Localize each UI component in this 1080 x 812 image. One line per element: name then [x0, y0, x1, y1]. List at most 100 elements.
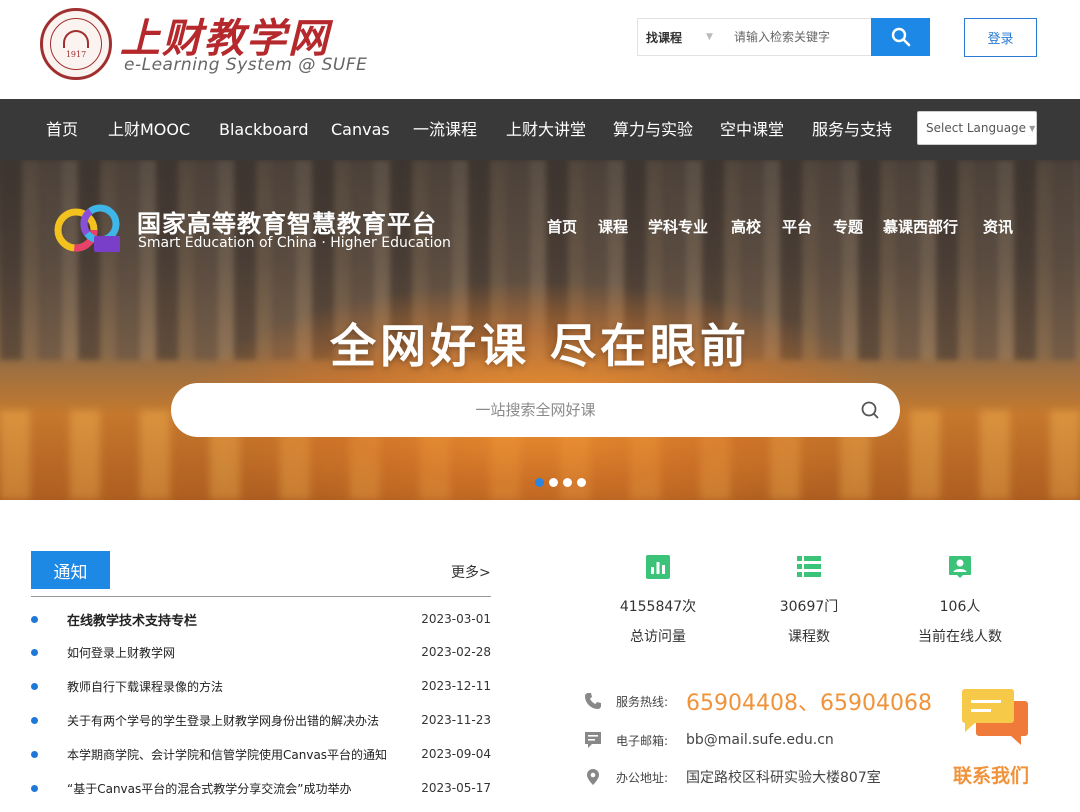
- site-header: 1917 上财教学网 e-Learning System @ SUFE 找课程 …: [0, 0, 1080, 99]
- notice-date: 2023-09-04: [421, 747, 491, 761]
- platform-nav-news[interactable]: 资讯: [983, 216, 1013, 237]
- notice-date: 2023-05-17: [421, 781, 491, 795]
- hotline-label: 服务热线:: [616, 694, 669, 709]
- search-input[interactable]: [734, 30, 870, 44]
- language-select-label: Select Language: [926, 121, 1027, 135]
- notice-item[interactable]: 关于有两个学号的学生登录上财教学网身份出错的解决办法 2023-11-23: [31, 710, 491, 730]
- list-icon: [797, 556, 821, 577]
- notice-item[interactable]: 本学期商学院、会计学院和信管学院使用Canvas平台的通知 2023-09-04: [31, 744, 491, 764]
- language-select[interactable]: Select Language ▼: [917, 111, 1037, 145]
- platform-title: 国家高等教育智慧教育平台: [137, 210, 437, 238]
- nav-item-blackboard[interactable]: Blackboard: [219, 99, 309, 160]
- notice-title: “基于Canvas平台的混合式教学分享交流会”成功举办: [67, 781, 352, 796]
- contact-us-button[interactable]: 联系我们: [953, 687, 1037, 788]
- more-link[interactable]: 更多>: [451, 562, 491, 582]
- message-icon: [585, 732, 601, 748]
- hotline-value: 65904408、65904068: [686, 691, 932, 716]
- bullet-icon: [31, 648, 38, 656]
- notice-date: 2023-02-28: [421, 645, 491, 659]
- course-search-box: 找课程 ▼: [637, 18, 871, 56]
- search-category-label: 找课程: [646, 30, 683, 45]
- search-category-select[interactable]: 找课程 ▼: [638, 19, 734, 55]
- stat-label: 课程数: [788, 629, 830, 645]
- notice-item[interactable]: 如何登录上财教学网 2023-02-28: [31, 642, 491, 662]
- notice-title: 本学期商学院、会计学院和信管学院使用Canvas平台的通知: [67, 747, 388, 762]
- bullet-icon: [31, 615, 38, 623]
- platform-nav-universities[interactable]: 高校: [731, 216, 761, 237]
- divider: [31, 596, 491, 597]
- tab-notices[interactable]: 通知: [31, 551, 110, 589]
- bullet-icon: [31, 750, 38, 758]
- banner-slogan: 全网好课 尽在眼前: [329, 319, 750, 373]
- notice-item[interactable]: 教师自行下载课程录像的方法 2023-12-11: [31, 676, 491, 696]
- university-seal-logo: 1917: [40, 8, 112, 80]
- bullet-icon: [31, 682, 38, 690]
- notice-item[interactable]: 在线教学技术支持专栏 2023-03-01: [31, 609, 491, 629]
- contact-address: 办公地址: 国定路校区科研实验大楼807室: [584, 767, 881, 787]
- notice-title: 如何登录上财教学网: [67, 645, 176, 660]
- brand-subtitle: e-Learning System @ SUFE: [124, 55, 368, 75]
- nav-item-computing-lab[interactable]: 算力与实验: [613, 99, 693, 160]
- notice-date: 2023-11-23: [421, 713, 491, 727]
- stat-total-visits: 4155847次 总访问量: [598, 555, 718, 646]
- nav-item-canvas[interactable]: Canvas: [331, 99, 390, 160]
- bar-chart-icon: [646, 555, 670, 579]
- notice-title: 教师自行下载课程录像的方法: [67, 679, 224, 694]
- stat-value: 30697门: [779, 599, 839, 615]
- stat-label: 当前在线人数: [918, 629, 1002, 645]
- user-badge-icon: [949, 556, 971, 578]
- platform-nav-topics[interactable]: 专题: [833, 216, 863, 237]
- carousel-dot[interactable]: [549, 478, 558, 487]
- carousel-dot[interactable]: [563, 478, 572, 487]
- email-value: bb@mail.sufe.edu.cn: [686, 732, 834, 748]
- email-label: 电子邮箱:: [616, 733, 669, 748]
- nav-item-mooc[interactable]: 上财MOOC: [108, 99, 190, 160]
- carousel-dot[interactable]: [577, 478, 586, 487]
- platform-subtitle: Smart Education of China · Higher Educat…: [138, 235, 451, 251]
- login-button[interactable]: 登录: [964, 18, 1037, 57]
- stat-value: 106人: [939, 599, 981, 615]
- bullet-icon: [31, 716, 38, 724]
- nav-item-air-classroom[interactable]: 空中课堂: [720, 99, 784, 160]
- contact-hotline: 服务热线: 65904408、65904068: [584, 685, 932, 717]
- contact-us-label: 联系我们: [953, 765, 1030, 787]
- nav-item-home[interactable]: 首页: [46, 99, 78, 160]
- location-pin-icon: [587, 769, 599, 785]
- stat-label: 总访问量: [630, 629, 686, 645]
- contact-email: 电子邮箱: bb@mail.sufe.edu.cn: [584, 731, 834, 749]
- smart-education-logo: [54, 204, 120, 252]
- platform-nav-home[interactable]: 首页: [547, 216, 577, 237]
- stat-course-count: 30697门 课程数: [749, 555, 869, 646]
- main-nav: 首页 上财MOOC Blackboard Canvas 一流课程 上财大讲堂 算…: [0, 99, 1080, 160]
- nav-item-service-support[interactable]: 服务与支持: [812, 99, 892, 160]
- notice-date: 2023-03-01: [421, 612, 491, 626]
- hero-banner: 国家高等教育智慧教育平台 Smart Education of China · …: [0, 160, 1080, 500]
- nav-item-first-class-courses[interactable]: 一流课程: [413, 99, 477, 160]
- stat-value: 4155847次: [619, 599, 697, 615]
- platform-nav-platforms[interactable]: 平台: [782, 216, 812, 237]
- search-icon[interactable]: [860, 400, 880, 420]
- course-search-bar: [171, 383, 900, 437]
- platform-nav-majors[interactable]: 学科专业: [648, 216, 708, 237]
- chevron-down-icon: ▼: [1029, 123, 1036, 133]
- platform-nav-mooc-west[interactable]: 慕课西部行: [883, 216, 958, 237]
- carousel-dots: [535, 478, 586, 487]
- notice-date: 2023-12-11: [421, 679, 491, 693]
- stat-online-users: 106人 当前在线人数: [900, 555, 1020, 646]
- search-button[interactable]: [871, 18, 930, 56]
- chat-bubble-icon: [962, 689, 1028, 745]
- address-value: 国定路校区科研实验大楼807室: [686, 770, 881, 786]
- search-icon: [891, 27, 910, 47]
- carousel-dot[interactable]: [535, 478, 544, 487]
- notice-item[interactable]: “基于Canvas平台的混合式教学分享交流会”成功举办 2023-05-17: [31, 778, 491, 798]
- chevron-down-icon: ▼: [706, 32, 713, 42]
- notice-title: 关于有两个学号的学生登录上财教学网身份出错的解决办法: [67, 713, 380, 728]
- phone-icon: [585, 693, 601, 709]
- notice-title: 在线教学技术支持专栏: [67, 613, 198, 629]
- seal-year: 1917: [65, 49, 87, 59]
- course-search-input[interactable]: [285, 401, 786, 419]
- bullet-icon: [31, 784, 38, 792]
- address-label: 办公地址:: [616, 770, 669, 785]
- nav-item-lectures[interactable]: 上财大讲堂: [506, 99, 586, 160]
- platform-nav-courses[interactable]: 课程: [598, 216, 628, 237]
